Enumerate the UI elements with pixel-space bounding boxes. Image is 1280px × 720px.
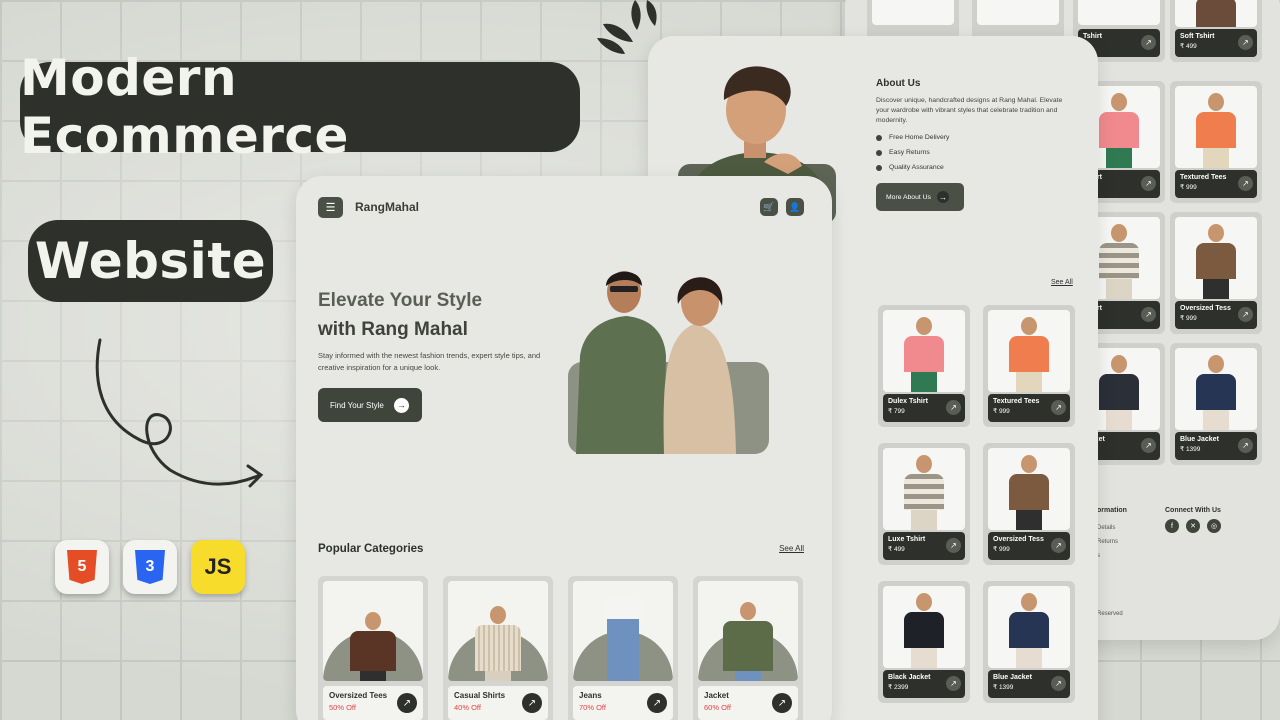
product-card[interactable]: Luxe Tshirt ₹ 499 ↗: [878, 443, 970, 565]
hero-title: Elevate Your Style with Rang Mahal: [318, 290, 483, 340]
tech-stack: 5 3 JS: [55, 540, 245, 594]
product-card[interactable]: Dulex Tshirt ₹ 799 ↗: [878, 305, 970, 427]
category-card[interactable]: Jacket 60% Off ↗: [693, 576, 803, 720]
arrow-icon: ↗: [1141, 35, 1156, 50]
see-all-link[interactable]: See All: [779, 544, 804, 553]
x-icon[interactable]: ✕: [1186, 519, 1200, 533]
section-title: Popular Categories: [318, 543, 424, 555]
find-style-button[interactable]: Find Your Style →: [318, 388, 422, 422]
feature-item: Easy Returns: [876, 149, 930, 156]
brand-logo[interactable]: RangMahal: [355, 200, 419, 214]
navbar: ☰ RangMahal 🛒 👤: [318, 196, 804, 218]
category-card[interactable]: Oversized Tees 50% Off ↗: [318, 576, 428, 720]
home-page-preview: ☰ RangMahal 🛒 👤 Elevate Your Style with …: [296, 176, 832, 720]
menu-icon[interactable]: ☰: [318, 196, 343, 218]
arrow-icon: ↗: [522, 693, 542, 713]
product-card[interactable]: Blue Jacket ₹ 1399 ↗: [1170, 343, 1262, 465]
check-icon: [876, 164, 882, 171]
see-all-link[interactable]: See All: [1051, 279, 1073, 286]
product-card[interactable]: Soft Tshirt ₹ 499 ↗: [1170, 0, 1262, 62]
arrow-right-icon: →: [393, 397, 409, 413]
about-text: Discover unique, handcrafted designs at …: [876, 97, 1063, 124]
arrow-right-icon: →: [936, 191, 949, 203]
product-card[interactable]: Oversized Tess ₹ 999 ↗: [983, 443, 1075, 565]
facebook-icon[interactable]: f: [1165, 519, 1179, 533]
arrow-icon: ↗: [772, 693, 792, 713]
product-card[interactable]: Blue Jacket ₹ 1399 ↗: [983, 581, 1075, 703]
about-title: About Us: [876, 78, 921, 89]
banner-title: Modern Ecommerce: [20, 49, 580, 165]
feature-item: Free Home Delivery: [876, 134, 949, 141]
more-about-button[interactable]: More About Us →: [876, 183, 964, 211]
product-card[interactable]: Textured Tees ₹ 999 ↗: [1170, 81, 1262, 203]
product-card[interactable]: Textured Tees ₹ 999 ↗: [983, 305, 1075, 427]
category-card[interactable]: Jeans 70% Off ↗: [568, 576, 678, 720]
product-card[interactable]: Black Jacket ₹ 2399 ↗: [878, 581, 970, 703]
cart-icon[interactable]: 🛒: [760, 198, 778, 216]
connect-title: Connect With Us: [1165, 507, 1221, 514]
html5-icon: 5: [55, 540, 109, 594]
check-icon: [876, 134, 882, 141]
user-icon[interactable]: 👤: [786, 198, 804, 216]
javascript-icon: JS: [191, 540, 245, 594]
product-card[interactable]: Oversized Tess ₹ 999 ↗: [1170, 212, 1262, 334]
hero-image: [566, 256, 769, 454]
curly-arrow-icon: [95, 338, 264, 488]
category-card[interactable]: Casual Shirts 40% Off ↗: [443, 576, 553, 720]
feature-item: Quality Assurance: [876, 164, 944, 171]
css3-icon: 3: [123, 540, 177, 594]
instagram-icon[interactable]: ◎: [1207, 519, 1221, 533]
arrow-icon: ↗: [647, 693, 667, 713]
arrow-icon: ↗: [397, 693, 417, 713]
hero-description: Stay informed with the newest fashion tr…: [318, 351, 541, 372]
banner-subtitle: Website: [28, 220, 273, 302]
check-icon: [876, 149, 882, 156]
